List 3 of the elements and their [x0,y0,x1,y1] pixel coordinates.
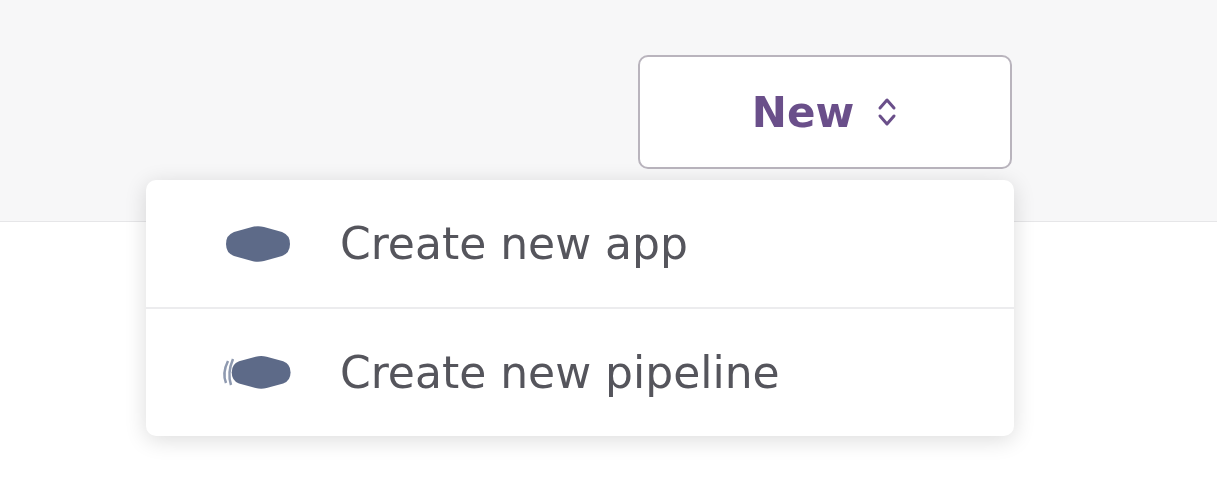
new-button[interactable]: New [638,55,1012,169]
menu-item[interactable]: Create new app [146,180,1014,307]
menu-item[interactable]: Create new pipeline [146,307,1014,436]
